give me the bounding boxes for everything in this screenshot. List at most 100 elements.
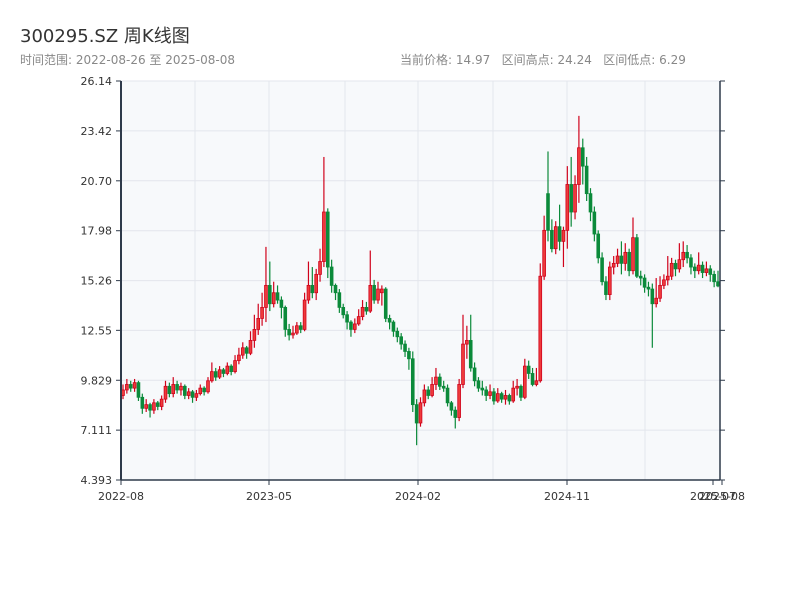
candle-up [577, 147, 581, 185]
candle-down [329, 266, 334, 286]
candle-up [561, 229, 566, 242]
x-tick-label: 2022-08 [98, 490, 144, 503]
candle-up [681, 251, 686, 261]
candle-up [615, 255, 620, 264]
candle-up [611, 262, 616, 268]
candle-down [275, 292, 280, 301]
candle-up [608, 266, 612, 295]
candle-up [121, 389, 125, 396]
candle-down [128, 384, 133, 389]
candle-up [271, 292, 276, 305]
candle-up [631, 237, 635, 272]
candle-up [295, 325, 299, 334]
candle-up [662, 279, 666, 286]
candle-down [325, 211, 330, 268]
y-tick-label: 7.111 [81, 424, 113, 437]
candle-up [380, 288, 384, 294]
candle-down [399, 336, 403, 345]
candle-down [372, 284, 376, 301]
candle-up [237, 354, 241, 362]
candle-down [712, 273, 716, 283]
candle-down [685, 251, 689, 259]
candle-up [171, 384, 176, 395]
candle-down [499, 393, 504, 400]
candle-down [468, 340, 473, 369]
candle-down [175, 384, 179, 391]
candle-up [665, 275, 670, 281]
candle-up [418, 402, 423, 424]
candle-up [179, 385, 183, 391]
candle-down [310, 284, 315, 294]
candle-down [391, 321, 396, 332]
y-tick-label: 12.55 [81, 324, 113, 337]
candle-down [627, 251, 631, 272]
candle-up [194, 393, 199, 398]
candle-up [534, 380, 539, 385]
candle-down [693, 266, 697, 272]
x-tick-label: 2024-11 [544, 490, 590, 503]
candle-down [530, 373, 535, 385]
candle-down [472, 367, 477, 382]
candle-down [426, 389, 431, 396]
candle-down [136, 382, 141, 398]
candle-up [356, 316, 361, 325]
candle-up [434, 376, 438, 385]
candle-up [677, 259, 682, 270]
candle-down [507, 395, 512, 402]
candle-up [488, 391, 492, 396]
candle-down [349, 321, 353, 330]
candle-down [557, 226, 562, 242]
candle-down [403, 343, 407, 352]
candle-up [248, 340, 253, 354]
candle-down [287, 329, 291, 336]
candle-down [584, 165, 589, 195]
candle-up [302, 299, 307, 330]
candle-up [233, 360, 237, 373]
candle-up [542, 229, 546, 277]
candle-down [484, 389, 488, 396]
candle-down [596, 233, 601, 259]
candle-up [495, 393, 500, 402]
candle-down [445, 387, 450, 404]
candle-down [480, 387, 485, 391]
x-tick-label: 2025-08 [699, 490, 745, 503]
candle-up [654, 297, 658, 305]
y-tick-label: 26.14 [81, 75, 113, 88]
candle-down [441, 385, 446, 389]
candle-up [198, 387, 203, 395]
candle-down [569, 184, 573, 213]
candle-up [132, 382, 137, 389]
candle-up [658, 284, 662, 299]
candle-up [696, 264, 701, 272]
candle-down [492, 391, 496, 402]
candle-down [283, 307, 288, 330]
candle-down [716, 281, 720, 287]
candle-up [538, 275, 543, 382]
candle-down [642, 277, 647, 288]
candle-up [240, 347, 245, 356]
candle-up [152, 402, 156, 411]
candle-down [453, 409, 458, 418]
candle-down [407, 351, 411, 360]
candle-down [221, 369, 226, 374]
candle-up [210, 371, 214, 382]
candle-up [225, 365, 230, 374]
candle-up [511, 387, 516, 402]
candle-down [341, 307, 346, 316]
candlestick-chart: 4.393 7.111 9.829 12.55 15.26 17.98 20.70 23.42… [81, 75, 745, 503]
candle-down [592, 211, 597, 235]
candle-up [291, 332, 295, 336]
candle-up [360, 307, 365, 317]
candle-down [700, 264, 705, 273]
candle-up [503, 395, 508, 400]
candle-up [461, 343, 465, 385]
candle-up [430, 384, 434, 396]
candle-down [438, 376, 442, 387]
candle-up [553, 226, 558, 250]
candle-up [256, 318, 261, 330]
candle-up [314, 273, 318, 294]
candle-up [163, 385, 168, 400]
candle-down [414, 404, 419, 424]
candle-down [519, 385, 523, 398]
candle-down [183, 385, 187, 396]
